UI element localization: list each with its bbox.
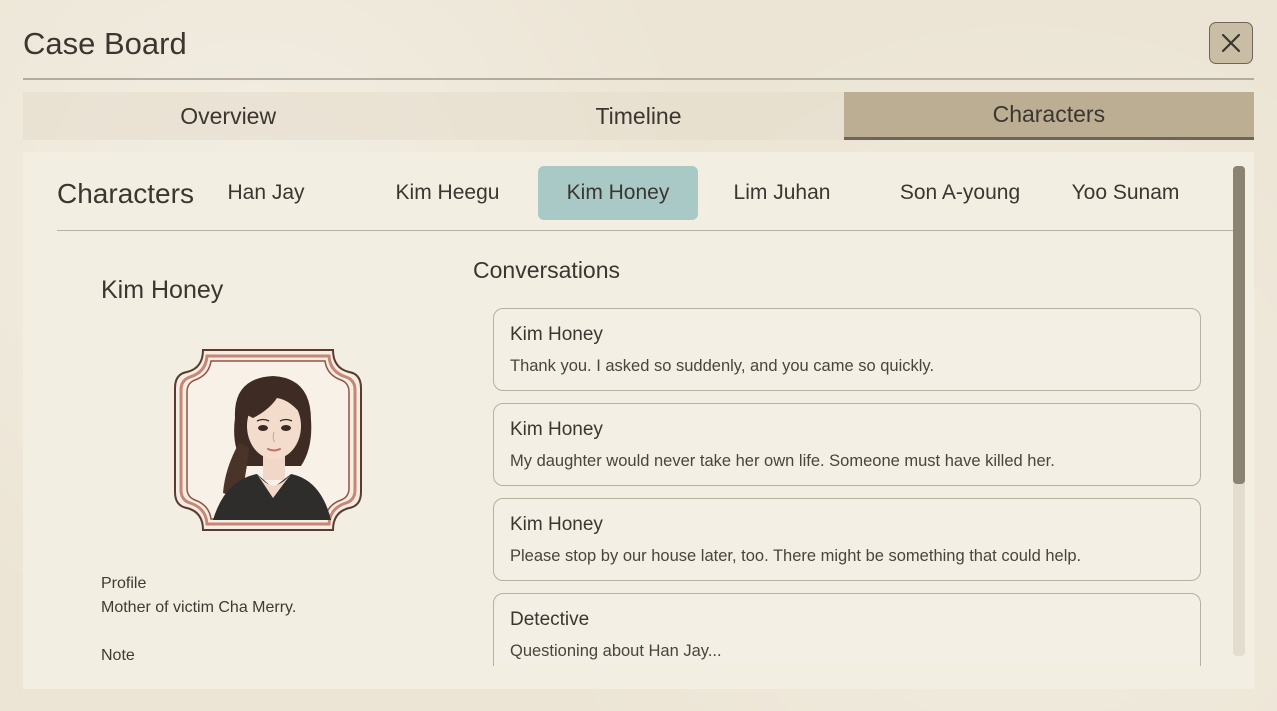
- vertical-scrollbar[interactable]: [1233, 166, 1245, 656]
- conversation-item[interactable]: Detective Questioning about Han Jay...: [493, 593, 1201, 666]
- conversation-item[interactable]: Kim Honey Thank you. I asked so suddenly…: [493, 308, 1201, 391]
- scrollbar-thumb[interactable]: [1233, 166, 1245, 484]
- conversation-item[interactable]: Kim Honey My daughter would never take h…: [493, 403, 1201, 486]
- conversation-speaker: Kim Honey: [510, 419, 603, 440]
- character-tabs-divider: [57, 230, 1234, 231]
- conversation-text: Questioning about Han Jay...: [510, 642, 722, 660]
- conversation-speaker: Kim Honey: [510, 514, 603, 535]
- tab-timeline[interactable]: Timeline: [433, 92, 843, 140]
- note-label: Note: [101, 647, 135, 664]
- character-tab-kim-heegu[interactable]: Kim Heegu: [380, 166, 515, 220]
- close-button[interactable]: [1209, 22, 1253, 64]
- conversation-text: Please stop by our house later, too. The…: [510, 547, 1082, 565]
- main-tab-bar: Overview Timeline Characters: [23, 92, 1254, 140]
- character-tab-lim-juhan[interactable]: Lim Juhan: [717, 166, 847, 220]
- character-tab-son-a-young[interactable]: Son A-young: [885, 166, 1035, 220]
- conversation-text: My daughter would never take her own lif…: [510, 452, 1055, 470]
- characters-panel: Characters Han Jay Kim Heegu Kim Honey L…: [23, 152, 1254, 689]
- character-tab-kim-honey[interactable]: Kim Honey: [538, 166, 698, 220]
- conversation-speaker: Detective: [510, 609, 590, 630]
- conversation-text: Thank you. I asked so suddenly, and you …: [510, 357, 935, 375]
- title-divider: [23, 78, 1254, 80]
- character-portrait: [174, 349, 362, 531]
- page-title: Case Board: [23, 26, 187, 61]
- character-name: Kim Honey: [101, 276, 224, 304]
- character-tab-yoo-sunam[interactable]: Yoo Sunam: [1058, 166, 1193, 220]
- conversation-speaker: Kim Honey: [510, 324, 603, 345]
- conversations-heading: Conversations: [473, 257, 621, 283]
- conversation-item[interactable]: Kim Honey Please stop by our house later…: [493, 498, 1201, 581]
- case-board-window: Case Board Overview Timeline Characters …: [0, 0, 1277, 711]
- profile-label: Profile: [101, 575, 147, 592]
- tab-characters[interactable]: Characters: [843, 92, 1254, 140]
- tab-overview[interactable]: Overview: [23, 92, 433, 140]
- profile-text: Mother of victim Cha Merry.: [101, 599, 297, 616]
- conversation-list: Kim Honey Thank you. I asked so suddenly…: [493, 308, 1201, 666]
- close-icon: [1221, 33, 1241, 53]
- characters-heading: Characters: [57, 178, 194, 209]
- character-tab-han-jay[interactable]: Han Jay: [205, 166, 327, 220]
